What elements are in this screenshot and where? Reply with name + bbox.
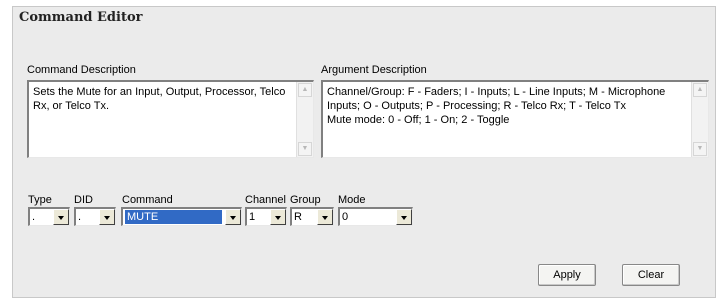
scroll-up-arrow-icon[interactable]: ▲ [298,83,312,97]
did-value: . [78,211,82,223]
scroll-down-arrow-icon[interactable]: ▼ [298,142,312,156]
command-description-label: Command Description [27,64,136,76]
type-select[interactable]: . [28,207,70,226]
chevron-down-icon[interactable] [317,209,333,225]
channel-select[interactable]: 1 [245,207,287,226]
scroll-up-arrow-icon[interactable]: ▲ [693,83,707,97]
did-select[interactable]: . [74,207,116,226]
type-label: Type [28,194,52,206]
argument-description-scrollbar[interactable]: ▲ ▼ [691,82,708,157]
command-value: MUTE [125,210,222,224]
command-select[interactable]: MUTE [121,207,242,226]
command-description-text: Sets the Mute for an Input, Output, Proc… [33,86,286,112]
chevron-down-icon[interactable] [396,209,412,225]
chevron-down-icon[interactable] [99,209,115,225]
group-label: Group [290,194,321,206]
clear-button[interactable]: Clear [622,264,680,286]
command-description-scrollbar[interactable]: ▲ ▼ [296,82,313,157]
argument-description-textarea[interactable]: Channel/Group: F - Faders; I - Inputs; L… [321,80,709,158]
chevron-down-icon[interactable] [53,209,69,225]
mode-select[interactable]: 0 [338,207,413,226]
type-value: . [32,211,36,223]
channel-label: Channel [245,194,286,206]
chevron-down-icon[interactable] [225,209,241,225]
argument-description-label: Argument Description [321,64,427,76]
group-value: R [294,211,302,223]
chevron-down-icon[interactable] [270,209,286,225]
group-select[interactable]: R [290,207,334,226]
mode-label: Mode [338,194,366,206]
scroll-down-arrow-icon[interactable]: ▼ [693,142,707,156]
command-description-textarea[interactable]: Sets the Mute for an Input, Output, Proc… [27,80,314,158]
did-label: DID [74,194,93,206]
command-label: Command [122,194,173,206]
argument-description-text: Channel/Group: F - Faders; I - Inputs; L… [327,86,666,126]
window-title: Command Editor [19,10,143,25]
mode-value: 0 [342,211,349,223]
apply-button[interactable]: Apply [538,264,596,286]
channel-value: 1 [249,211,256,223]
